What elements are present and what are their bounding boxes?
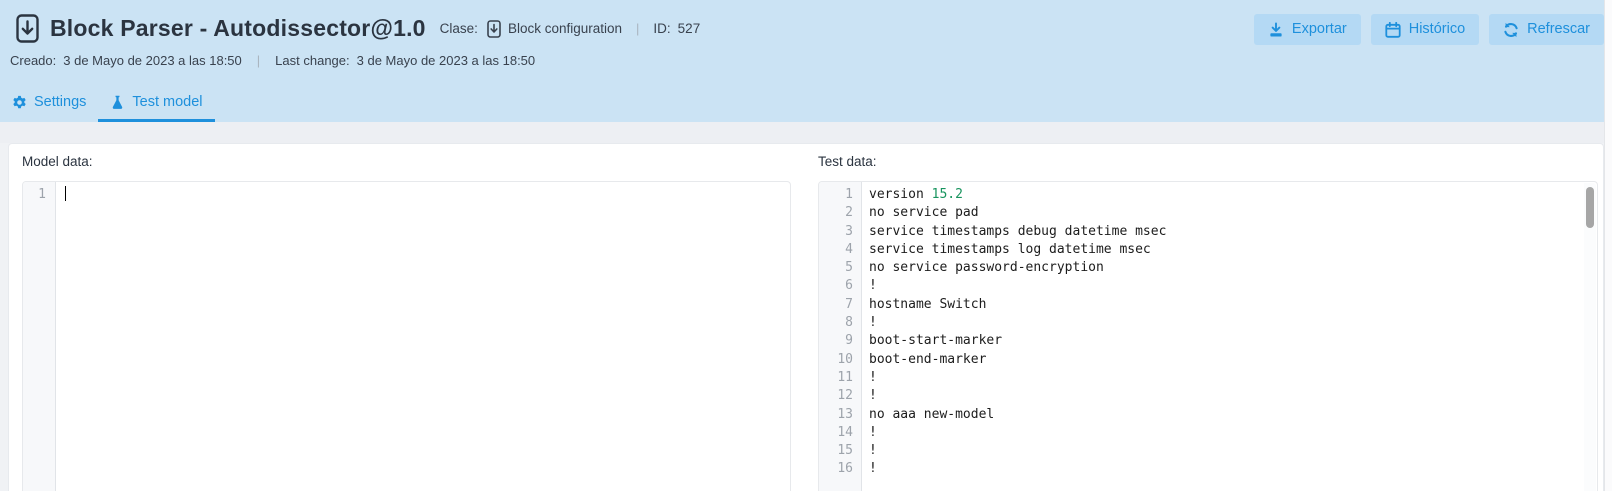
code-line: no aaa new-model xyxy=(869,406,1597,424)
refresh-icon xyxy=(1503,22,1519,38)
code-line: ! xyxy=(869,369,1597,387)
divider: | xyxy=(257,53,260,68)
content-card: Model data: Test data: 1 123456789101112… xyxy=(8,143,1604,491)
title-row: Block Parser - Autodissector@1.0 Clase: … xyxy=(16,14,1282,43)
line-number: 1 xyxy=(819,186,861,204)
line-number: 1 xyxy=(23,186,55,204)
code-line: ! xyxy=(869,277,1597,295)
block-configuration-icon xyxy=(487,20,501,38)
line-number: 5 xyxy=(819,259,861,277)
line-number: 11 xyxy=(819,369,861,387)
test-editor-code[interactable]: version 15.2no service padservice timest… xyxy=(862,182,1597,491)
line-number: 6 xyxy=(819,277,861,295)
code-line: hostname Switch xyxy=(869,296,1597,314)
code-line: no service pad xyxy=(869,204,1597,222)
test-editor-scrollbar-thumb[interactable] xyxy=(1586,187,1594,228)
test-data-label: Test data: xyxy=(818,154,877,169)
page-title: Block Parser - Autodissector@1.0 xyxy=(50,15,426,42)
refresh-button-label: Refrescar xyxy=(1527,21,1590,38)
code-line: no service password-encryption xyxy=(869,259,1597,277)
test-data-editor[interactable]: 12345678910111213141516 version 15.2no s… xyxy=(818,181,1598,491)
code-line: ! xyxy=(869,387,1597,405)
flask-icon xyxy=(110,95,125,110)
tabs: Settings Test model xyxy=(0,87,215,122)
clase-label: Clase: xyxy=(440,21,478,36)
line-number: 4 xyxy=(819,241,861,259)
line-number: 10 xyxy=(819,351,861,369)
page-header: Block Parser - Autodissector@1.0 Clase: … xyxy=(0,0,1612,122)
header-content-gap xyxy=(0,122,1612,143)
model-data-label: Model data: xyxy=(22,154,93,169)
last-change-value: 3 de Mayo de 2023 a las 18:50 xyxy=(357,53,536,68)
id-value: 527 xyxy=(678,21,701,36)
export-button-label: Exportar xyxy=(1292,21,1347,38)
line-number: 7 xyxy=(819,296,861,314)
clase-group: Clase: Block configuration xyxy=(440,20,622,38)
test-editor-gutter: 12345678910111213141516 xyxy=(819,182,862,491)
code-line: boot-end-marker xyxy=(869,351,1597,369)
id-group: ID: 527 xyxy=(653,21,700,36)
line-number: 2 xyxy=(819,204,861,222)
line-number: 13 xyxy=(819,406,861,424)
history-button-label: Histórico xyxy=(1409,21,1465,38)
line-number: 3 xyxy=(819,223,861,241)
line-number: 14 xyxy=(819,424,861,442)
line-number: 12 xyxy=(819,387,861,405)
line-number: 15 xyxy=(819,442,861,460)
gear-icon xyxy=(12,95,27,110)
export-button[interactable]: Exportar xyxy=(1254,14,1361,45)
code-line: ! xyxy=(869,442,1597,460)
id-label: ID: xyxy=(653,21,670,36)
text-cursor xyxy=(65,186,66,201)
model-editor-code[interactable] xyxy=(56,182,790,491)
line-number: 16 xyxy=(819,460,861,478)
test-editor-scrollbar[interactable] xyxy=(1584,183,1596,491)
code-line: service timestamps debug datetime msec xyxy=(869,223,1597,241)
code-line: ! xyxy=(869,314,1597,332)
header-buttons: Exportar Histórico Refrescar xyxy=(1254,14,1604,45)
clase-value: Block configuration xyxy=(508,21,622,36)
meta-row: Creado: 3 de Mayo de 2023 a las 18:50 | … xyxy=(10,53,535,68)
history-button[interactable]: Histórico xyxy=(1371,14,1479,45)
page-scrollbar[interactable] xyxy=(1604,0,1612,491)
tab-test-model[interactable]: Test model xyxy=(98,87,214,122)
line-number: 9 xyxy=(819,332,861,350)
block-parser-icon xyxy=(16,14,39,43)
tab-test-model-label: Test model xyxy=(132,94,202,110)
refresh-button[interactable]: Refrescar xyxy=(1489,14,1604,45)
line-number: 8 xyxy=(819,314,861,332)
code-line: ! xyxy=(869,424,1597,442)
model-editor-gutter: 1 xyxy=(23,182,56,491)
download-icon xyxy=(1268,22,1284,38)
code-line: boot-start-marker xyxy=(869,332,1597,350)
tab-settings[interactable]: Settings xyxy=(0,87,98,122)
code-line: ! xyxy=(869,460,1597,478)
code-line: version 15.2 xyxy=(869,186,1597,204)
code-line xyxy=(63,186,790,205)
model-data-editor[interactable]: 1 xyxy=(22,181,791,491)
created-label: Creado: xyxy=(10,53,56,68)
tab-settings-label: Settings xyxy=(34,94,86,110)
last-change-label: Last change: xyxy=(275,53,349,68)
created-value: 3 de Mayo de 2023 a las 18:50 xyxy=(63,53,242,68)
calendar-icon xyxy=(1385,22,1401,38)
divider: | xyxy=(636,21,639,36)
code-line: service timestamps log datetime msec xyxy=(869,241,1597,259)
